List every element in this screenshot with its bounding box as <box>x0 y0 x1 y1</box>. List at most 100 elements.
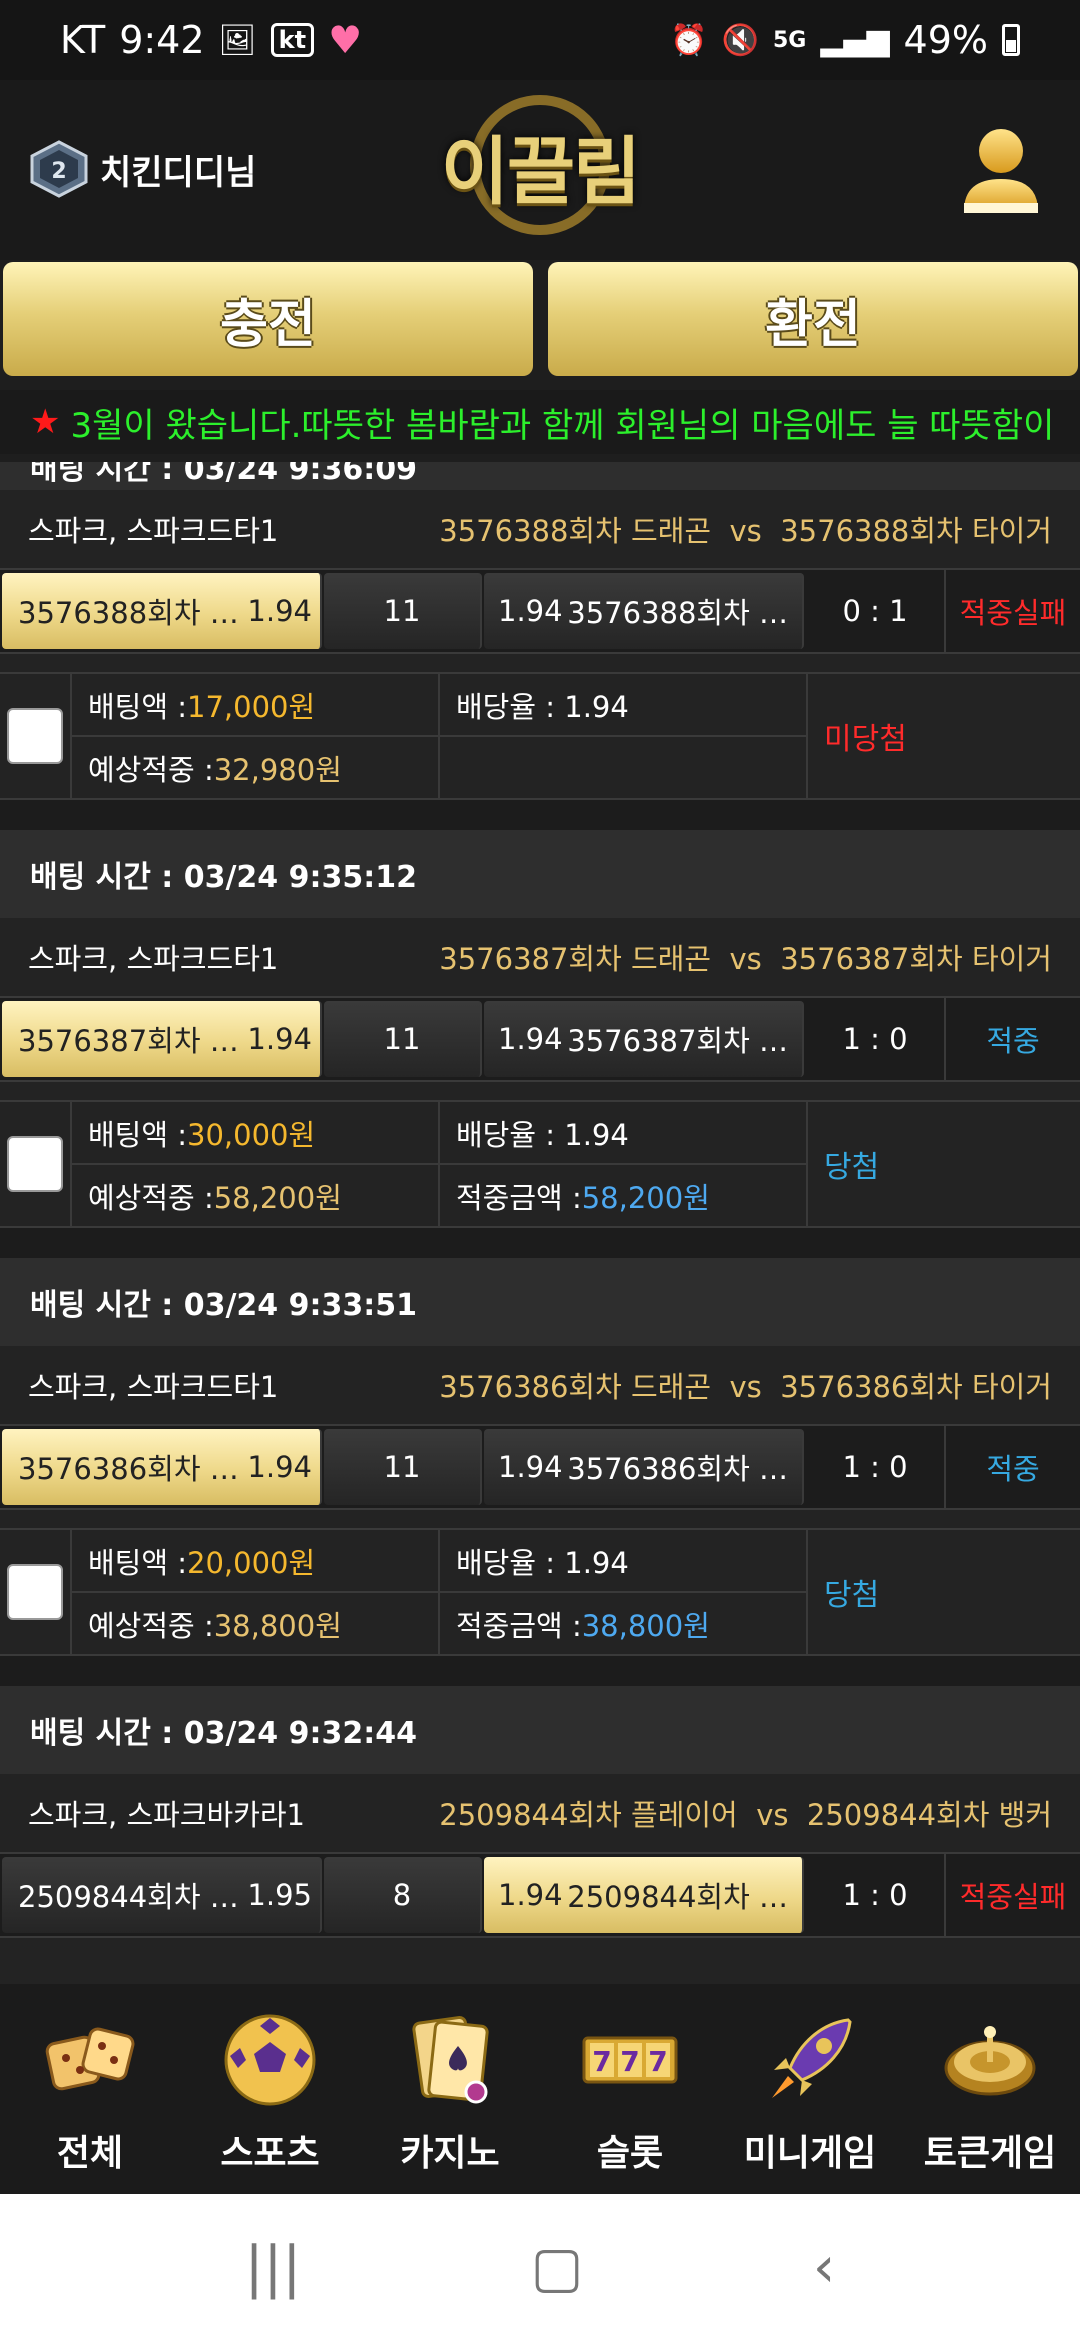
rank-badge-icon: 2 <box>30 140 88 198</box>
game-name: 스파크, 스파크드타1 <box>28 942 279 976</box>
home-pick-button[interactable]: 3576386회차 … 1.94 <box>2 1429 322 1505</box>
user-info[interactable]: 2 치킨디디님 <box>28 140 256 198</box>
score: 0 : 1 <box>806 570 946 652</box>
expected-line: 예상적중 : 38,800원 <box>72 1591 438 1654</box>
bet-time-header: 배팅 시간 : 03/24 9:36:09 <box>0 462 1080 490</box>
expected-line: 예상적중 : 32,980원 <box>72 735 438 798</box>
notice-ticker[interactable]: ★ 3월이 왔습니다.따뜻한 봄바람과 함께 회원님의 마음에도 늘 따뜻함이 <box>0 390 1080 454</box>
bet-history-list[interactable]: 배팅 시간 : 03/24 9:36:09 스파크, 스파크드타1 357638… <box>0 462 1080 1984</box>
bet-time-header: 배팅 시간 : 03/24 9:32:44 <box>0 1686 1080 1774</box>
mute-icon: 🔇 <box>721 22 759 58</box>
carrier-label: KT <box>60 18 106 62</box>
notice-text: 3월이 왔습니다.따뜻한 봄바람과 함께 회원님의 마음에도 늘 따뜻함이 <box>70 405 1055 446</box>
away-pick-button[interactable]: 1.94 3576388회차 … <box>484 573 804 649</box>
matchup: 2509844회차 플레이어 vs 2509844회차 뱅커 <box>439 1798 1052 1832</box>
dice-icon <box>45 2027 135 2091</box>
home-pick-button[interactable]: 3576388회차 … 1.94 <box>2 573 322 649</box>
nav-item-token-game[interactable]: 토큰게임 <box>900 1984 1080 2194</box>
nav-item-slot[interactable]: 7 7 7 슬롯 <box>540 1984 720 2194</box>
bet-detail: 배팅액 : 17,000원 예상적중 : 32,980원 배당율 : 1.94 … <box>0 672 1080 800</box>
nav-item-sports[interactable]: 스포츠 <box>180 1984 360 2194</box>
home-pick-button[interactable]: 2509844회차 … 1.95 <box>2 1857 322 1933</box>
away-pick-button[interactable]: 1.94 2509844회차 … <box>484 1857 804 1933</box>
svg-text:2: 2 <box>51 159 66 184</box>
away-pick-button[interactable]: 1.94 3576387회차 … <box>484 1001 804 1077</box>
network-5g-icon: 5G <box>772 27 807 53</box>
odds-line: 배당율 : 1.94 <box>456 1117 629 1152</box>
cards-icon <box>412 2016 489 2104</box>
result-label: 적중 <box>986 1024 1040 1058</box>
select-checkbox[interactable] <box>7 1136 63 1192</box>
signal-icon: ▂▄▆ <box>820 22 890 58</box>
pick-row: 2509844회차 … 1.95 8 1.94 2509844회차 … 1 : 0 … <box>0 1852 1080 1938</box>
bet-time: 배팅 시간 : 03/24 9:33:51 <box>30 1288 417 1323</box>
recent-apps-icon[interactable]: ||| <box>245 2235 302 2300</box>
bet-status: 당첨 <box>824 1150 880 1185</box>
svg-text:7: 7 <box>648 2045 667 2078</box>
draw-pick-button[interactable]: 11 <box>324 573 482 649</box>
nav-label: 전체 <box>56 2133 124 2174</box>
pick-row: 3576386회차 … 1.94 11 1.94 3576386회차 … 1 : 0… <box>0 1424 1080 1510</box>
svg-text:7: 7 <box>592 2045 611 2078</box>
draw-pick-button[interactable]: 8 <box>324 1857 482 1933</box>
brand-logo[interactable]: 이끌림 <box>430 85 650 245</box>
exchange-button[interactable]: 환전 <box>548 262 1078 376</box>
select-checkbox[interactable] <box>7 1564 63 1620</box>
result-label: 적중실패 <box>959 1880 1067 1914</box>
bottom-nav: 전체 스포츠 카지노 7 7 7 슬롯 미니게임 토큰게임 <box>0 1984 1080 2194</box>
draw-pick-button[interactable]: 11 <box>324 1001 482 1077</box>
bet-time-header: 배팅 시간 : 03/24 9:33:51 <box>0 1258 1080 1346</box>
nav-item-minigame[interactable]: 미니게임 <box>720 1984 900 2194</box>
bet-status: 미당첨 <box>824 722 907 757</box>
score: 1 : 0 <box>806 1854 946 1936</box>
status-bar: KT 9:42 🖼 kt ♥ ⏰ 🔇 5G ▂▄▆ 49% <box>0 0 1080 80</box>
heart-icon: ♥ <box>328 18 363 62</box>
game-row: 스파크, 스파크드타1 3576388회차 드래곤 vs 3576388회차 타… <box>0 490 1080 568</box>
pick-row: 3576388회차 … 1.94 11 1.94 3576388회차 … 0 : 1… <box>0 568 1080 654</box>
expected-line: 예상적중 : 58,200원 <box>72 1163 438 1226</box>
home-pick-button[interactable]: 3576387회차 … 1.94 <box>2 1001 322 1077</box>
score: 1 : 0 <box>806 998 946 1080</box>
odds-line: 배당율 : 1.94 <box>456 1545 629 1580</box>
system-nav-bar: ||| ▢ ‹ <box>0 2194 1080 2340</box>
battery-percent: 49% <box>903 18 988 62</box>
action-buttons: 충전 환전 <box>0 260 1080 380</box>
game-row: 스파크, 스파크드타1 3576386회차 드래곤 vs 3576386회차 타… <box>0 1346 1080 1424</box>
profile-icon[interactable] <box>960 125 1042 217</box>
slot-777-icon: 7 7 7 <box>582 2036 678 2084</box>
bet-detail: 배팅액 : 20,000원 예상적중 : 38,800원 배당율 : 1.94 … <box>0 1528 1080 1656</box>
logo-text: 이끌림 <box>440 128 641 215</box>
svg-text:7: 7 <box>620 2045 639 2078</box>
matchup: 3576387회차 드래곤 vs 3576387회차 타이거 <box>439 942 1052 976</box>
win-amount-line: 적중금액 : 38,800원 <box>440 1591 806 1654</box>
charge-button[interactable]: 충전 <box>3 262 533 376</box>
game-row: 스파크, 스파크바카라1 2509844회차 플레이어 vs 2509844회차… <box>0 1774 1080 1852</box>
home-icon[interactable]: ▢ <box>531 2235 584 2300</box>
nav-item-casino[interactable]: 카지노 <box>360 1984 540 2194</box>
nav-label: 토큰게임 <box>923 2133 1057 2174</box>
bet-amount-line: 배팅액 : 20,000원 <box>88 1545 316 1580</box>
bet-time-header: 배팅 시간 : 03/24 9:35:12 <box>0 830 1080 918</box>
star-icon: ★ <box>30 402 61 442</box>
select-checkbox[interactable] <box>7 708 63 764</box>
nav-label: 카지노 <box>400 2133 500 2174</box>
alarm-icon: ⏰ <box>670 22 708 58</box>
game-name: 스파크, 스파크드타1 <box>28 1370 279 1404</box>
win-amount-line: 적중금액 : 58,200원 <box>440 1163 806 1226</box>
score: 1 : 0 <box>806 1426 946 1508</box>
game-name: 스파크, 스파크바카라1 <box>28 1798 306 1832</box>
nav-label: 미니게임 <box>743 2133 877 2174</box>
away-pick-button[interactable]: 1.94 3576386회차 … <box>484 1429 804 1505</box>
bet-time: 배팅 시간 : 03/24 9:35:12 <box>30 860 417 895</box>
kt-app-icon: kt <box>270 23 315 57</box>
bet-amount-line: 배팅액 : 17,000원 <box>88 689 316 724</box>
game-row: 스파크, 스파크드타1 3576387회차 드래곤 vs 3576387회차 타… <box>0 918 1080 996</box>
battery-icon <box>1002 24 1020 56</box>
back-icon[interactable]: ‹ <box>813 2235 835 2300</box>
odds-line: 배당율 : 1.94 <box>456 689 629 724</box>
matchup: 3576386회차 드래곤 vs 3576386회차 타이거 <box>439 1370 1052 1404</box>
nav-item-all[interactable]: 전체 <box>0 1984 180 2194</box>
gallery-icon: 🖼 <box>218 22 257 58</box>
result-label: 적중 <box>986 1452 1040 1486</box>
draw-pick-button[interactable]: 11 <box>324 1429 482 1505</box>
